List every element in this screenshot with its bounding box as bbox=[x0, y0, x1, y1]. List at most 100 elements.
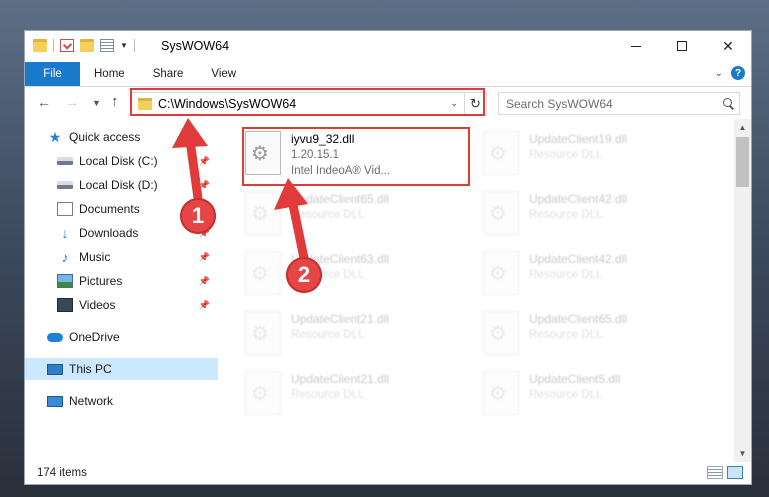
documents-icon bbox=[57, 202, 73, 216]
sidebar-item-label: Videos bbox=[79, 298, 116, 312]
search-icon[interactable] bbox=[719, 94, 739, 114]
file-item[interactable]: UpdateClient5.dll Resource DLL bbox=[463, 367, 688, 423]
up-arrow-icon[interactable]: ↑ bbox=[111, 93, 119, 110]
maximize-icon bbox=[677, 41, 687, 51]
ribbon-tabs: File Home Share View ⌄ ? bbox=[25, 62, 751, 87]
sidebar-item-label: Downloads bbox=[79, 226, 139, 240]
sidebar-item-label: Local Disk (D:) bbox=[79, 178, 158, 192]
minimize-icon bbox=[631, 45, 641, 47]
vertical-scrollbar[interactable]: ▲ ▼ bbox=[734, 119, 751, 462]
file-type: Resource DLL bbox=[529, 149, 603, 161]
dll-file-icon bbox=[483, 371, 519, 415]
help-icon[interactable]: ? bbox=[731, 66, 745, 80]
file-item[interactable]: UpdateClient19.dll Resource DLL bbox=[463, 127, 688, 183]
ribbon-right-controls: ⌄ ? bbox=[715, 66, 745, 80]
sidebar-item-label: Local Disk (C:) bbox=[79, 154, 158, 168]
view-menu-icon[interactable] bbox=[100, 39, 114, 52]
file-name: UpdateClient42.dll bbox=[529, 192, 628, 206]
tab-share[interactable]: Share bbox=[139, 62, 198, 86]
details-view-icon[interactable] bbox=[707, 466, 723, 479]
large-icons-view-icon[interactable] bbox=[727, 466, 743, 479]
file-name: UpdateClient5.dll bbox=[529, 372, 621, 386]
toolbar-divider bbox=[53, 39, 54, 52]
file-item[interactable]: UpdateClient63.dll Resource DLL bbox=[225, 247, 450, 303]
tab-home[interactable]: Home bbox=[80, 62, 139, 86]
window-controls: ✕ bbox=[613, 31, 751, 61]
scroll-thumb[interactable] bbox=[736, 137, 749, 187]
item-count: 174 items bbox=[37, 467, 87, 479]
tab-view[interactable]: View bbox=[197, 62, 250, 86]
sidebar-item-this-pc[interactable]: This PC bbox=[25, 358, 218, 380]
pin-icon[interactable]: 📌 bbox=[199, 276, 210, 287]
minimize-button[interactable] bbox=[613, 31, 659, 61]
sidebar-item-local-disk-c[interactable]: Local Disk (C:) 📌 bbox=[25, 150, 218, 172]
dll-file-icon bbox=[245, 311, 281, 355]
file-type: Resource DLL bbox=[529, 209, 603, 221]
sidebar-item-onedrive[interactable]: OneDrive bbox=[25, 326, 218, 348]
pin-icon[interactable]: 📌 bbox=[199, 300, 210, 311]
dll-file-icon bbox=[245, 251, 281, 295]
music-icon: ♪ bbox=[61, 249, 69, 265]
sidebar-item-pictures[interactable]: Pictures 📌 bbox=[25, 270, 218, 292]
file-item[interactable]: UpdateClient21.dll Resource DLL bbox=[225, 367, 450, 423]
tab-file[interactable]: File bbox=[25, 62, 80, 86]
sidebar-item-label: Pictures bbox=[79, 274, 123, 288]
back-arrow-icon[interactable]: ← bbox=[37, 94, 51, 110]
disk-icon bbox=[57, 157, 73, 165]
sidebar-item-label: Music bbox=[79, 250, 111, 264]
file-name: UpdateClient21.dll bbox=[291, 312, 390, 326]
file-item[interactable]: UpdateClient42.dll Resource DLL bbox=[463, 187, 688, 243]
expand-ribbon-chevron-icon[interactable]: ⌄ bbox=[715, 68, 723, 79]
sidebar-item-network[interactable]: Network bbox=[25, 390, 218, 412]
pin-icon[interactable]: 📌 bbox=[199, 156, 210, 167]
sidebar-item-label: This PC bbox=[69, 362, 112, 376]
close-button[interactable]: ✕ bbox=[705, 31, 751, 61]
cloud-icon bbox=[47, 332, 63, 342]
file-type: Resource DLL bbox=[529, 329, 603, 341]
customize-toolbar-chevron-icon[interactable]: ▼ bbox=[120, 41, 128, 50]
file-name: UpdateClient21.dll bbox=[291, 372, 390, 386]
navigation-pane: ★ Quick access Local Disk (C:) 📌 Local D… bbox=[25, 119, 218, 462]
dll-file-icon bbox=[483, 131, 519, 175]
step-2-badge: 2 bbox=[286, 257, 322, 293]
file-item[interactable]: UpdateClient21.dll Resource DLL bbox=[225, 307, 450, 363]
scroll-up-arrow-icon[interactable]: ▲ bbox=[734, 119, 751, 136]
network-icon bbox=[47, 395, 63, 407]
sidebar-item-label: Network bbox=[69, 394, 114, 408]
file-type: Resource DLL bbox=[529, 269, 603, 281]
toolbar-divider bbox=[133, 39, 135, 52]
file-name: UpdateClient65.dll bbox=[291, 192, 390, 206]
pin-icon[interactable]: 📌 bbox=[199, 252, 210, 263]
sidebar-item-quick-access[interactable]: ★ Quick access bbox=[25, 126, 218, 148]
disk-icon bbox=[57, 181, 73, 189]
address-bar-highlight-box bbox=[130, 88, 485, 116]
sidebar-item-videos[interactable]: Videos 📌 bbox=[25, 294, 218, 316]
dll-file-icon bbox=[245, 191, 281, 235]
properties-icon[interactable] bbox=[60, 39, 74, 52]
dll-file-icon bbox=[483, 311, 519, 355]
file-item[interactable]: UpdateClient42.dll Resource DLL bbox=[463, 247, 688, 303]
maximize-button[interactable] bbox=[659, 31, 705, 61]
file-item[interactable]: UpdateClient65.dll Resource DLL bbox=[463, 307, 688, 363]
title-bar: ▼ SysWOW64 ✕ bbox=[25, 31, 751, 62]
file-type: Resource DLL bbox=[291, 389, 365, 401]
file-type: Resource DLL bbox=[291, 209, 365, 221]
file-name: UpdateClient65.dll bbox=[529, 312, 628, 326]
sidebar-item-music[interactable]: ♪ Music 📌 bbox=[25, 246, 218, 268]
recent-locations-chevron-icon[interactable]: ▼ bbox=[92, 98, 101, 108]
view-toggle bbox=[707, 466, 743, 479]
sidebar-item-local-disk-d[interactable]: Local Disk (D:) 📌 bbox=[25, 174, 218, 196]
pin-icon[interactable]: 📌 bbox=[199, 180, 210, 191]
search-input[interactable]: Search SysWOW64 bbox=[498, 92, 740, 115]
folder-icon bbox=[33, 39, 47, 52]
pc-icon bbox=[47, 363, 63, 375]
quick-access-toolbar: ▼ bbox=[33, 39, 135, 52]
sidebar-item-label: Quick access bbox=[69, 130, 141, 144]
scroll-down-arrow-icon[interactable]: ▼ bbox=[734, 445, 751, 462]
file-name: UpdateClient19.dll bbox=[529, 132, 628, 146]
sidebar-item-label: OneDrive bbox=[69, 330, 120, 344]
status-bar: 174 items bbox=[25, 462, 751, 484]
file-item[interactable]: UpdateClient65.dll Resource DLL bbox=[225, 187, 450, 243]
new-folder-icon[interactable] bbox=[80, 39, 94, 52]
forward-arrow-icon[interactable]: → bbox=[65, 94, 79, 110]
